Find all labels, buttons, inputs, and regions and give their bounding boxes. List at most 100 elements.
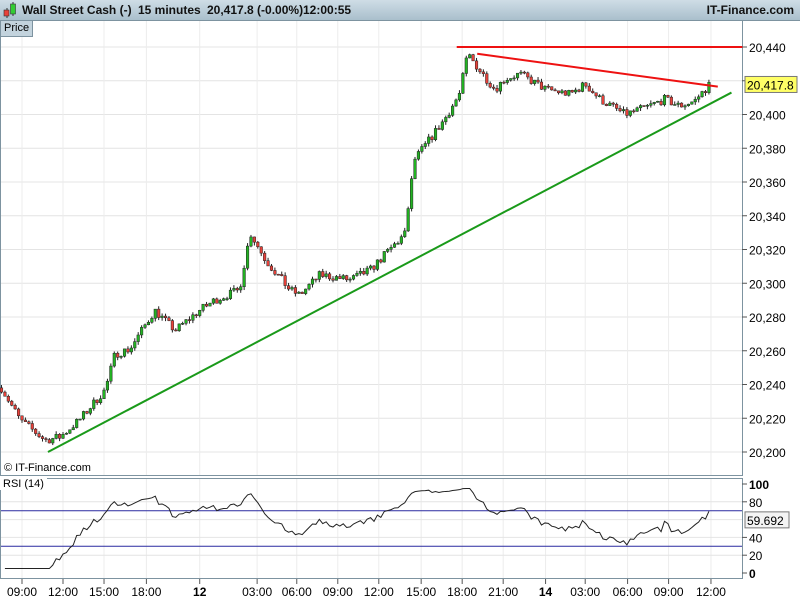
candle-up	[365, 267, 369, 275]
x-tick-label: 09:00	[654, 585, 684, 599]
y-tick-label: 20,220	[749, 412, 786, 426]
candle-down	[529, 76, 533, 84]
candle-up	[639, 105, 643, 109]
candle-down	[481, 71, 485, 74]
candle-up	[707, 82, 711, 93]
candle-up	[99, 398, 103, 403]
candle-up	[88, 408, 92, 414]
candle-up	[580, 82, 585, 92]
candle-down	[293, 287, 297, 294]
candle-down	[338, 276, 342, 279]
candle-up	[410, 178, 414, 209]
candle-up	[177, 323, 181, 332]
candle-up	[505, 80, 509, 83]
candle-down	[252, 236, 256, 243]
x-tick-label: 18:00	[447, 585, 477, 599]
candle-down	[269, 265, 274, 271]
candle-up	[433, 128, 438, 140]
x-tick-label: 18:00	[131, 585, 161, 599]
candle-down	[215, 298, 219, 304]
x-tick-label: 09:00	[323, 585, 353, 599]
candle-up	[184, 319, 188, 324]
candle-up	[413, 158, 417, 179]
candle-up	[519, 71, 523, 74]
candle-down	[345, 275, 349, 281]
candle-down	[47, 439, 51, 444]
candle-down	[584, 82, 588, 87]
candle-up	[64, 432, 68, 435]
candle-up	[628, 110, 632, 116]
candle-down	[27, 421, 31, 424]
candle-down	[526, 72, 530, 78]
candle-up	[112, 352, 116, 367]
candle-down	[488, 83, 492, 88]
candle-down	[170, 320, 174, 331]
candle-up	[198, 310, 202, 316]
chart-area[interactable]: 20,200 20,220 20,240 20,260 20,280 20,300 20,3…	[0, 0, 800, 600]
candle-down	[362, 271, 366, 275]
candle-up	[122, 348, 127, 357]
candle-up	[51, 438, 55, 444]
candle-up	[420, 146, 424, 152]
candle-down	[703, 91, 708, 93]
y-tick-label: 20,280	[749, 311, 786, 325]
candle-down	[594, 92, 598, 97]
candle-up	[652, 102, 656, 104]
candle-up	[509, 78, 513, 81]
candle-up	[392, 243, 397, 248]
candle-up	[598, 95, 602, 98]
y-tick-label: 20,200	[749, 446, 786, 460]
candle-up	[310, 278, 315, 285]
candle-up	[78, 418, 82, 421]
candle-down	[273, 270, 277, 275]
y-tick-label: 20,240	[749, 379, 786, 393]
rsi-tick-label: 40	[749, 531, 763, 545]
candle-up	[512, 77, 516, 80]
last-price-label: 20,417.8	[747, 78, 794, 92]
candle-up	[468, 54, 472, 59]
y-tick-label: 20,320	[749, 244, 786, 258]
rsi-tick-label: 100	[749, 478, 769, 492]
x-tick-label: 14	[539, 585, 553, 599]
candle-up	[334, 276, 338, 281]
candle-up	[382, 251, 386, 263]
candle-down	[321, 271, 325, 277]
candle-up	[54, 434, 58, 439]
copyright: © IT-Finance.com	[4, 462, 91, 474]
candle-down	[20, 415, 24, 421]
candle-down	[13, 405, 17, 410]
candle-up	[249, 236, 253, 247]
candle-down	[536, 79, 540, 83]
candle-down	[40, 436, 45, 439]
candle-up	[533, 79, 537, 84]
candle-down	[204, 303, 209, 307]
y-tick-label: 20,260	[749, 345, 786, 359]
candle-down	[502, 81, 506, 84]
x-tick-label: 03:00	[242, 585, 272, 599]
candle-up	[140, 327, 144, 336]
rsi-panel-frame	[0, 478, 743, 579]
candle-up	[399, 236, 403, 244]
price-panel-frame	[0, 20, 743, 476]
candle-down	[642, 105, 646, 107]
candle-down	[680, 102, 684, 108]
candle-up	[386, 249, 390, 252]
candle-up	[389, 247, 393, 250]
x-tick-label: 03:00	[570, 585, 600, 599]
y-tick-label: 20,360	[749, 176, 786, 190]
candle-down	[194, 314, 198, 317]
x-tick-label: 06:00	[282, 585, 312, 599]
candle-up	[317, 271, 321, 280]
candle-up	[81, 411, 86, 420]
candle-up	[683, 105, 687, 108]
candle-down	[591, 90, 595, 94]
candle-up	[498, 81, 502, 92]
rsi-panel-label: RSI (14)	[0, 478, 47, 490]
candle-down	[550, 86, 554, 91]
candle-up	[242, 267, 246, 287]
candle-down	[331, 278, 335, 281]
rsi-tick-label: 20	[749, 549, 763, 563]
candle-up	[75, 419, 79, 428]
candle-down	[0, 387, 4, 393]
candle-up	[447, 115, 451, 118]
